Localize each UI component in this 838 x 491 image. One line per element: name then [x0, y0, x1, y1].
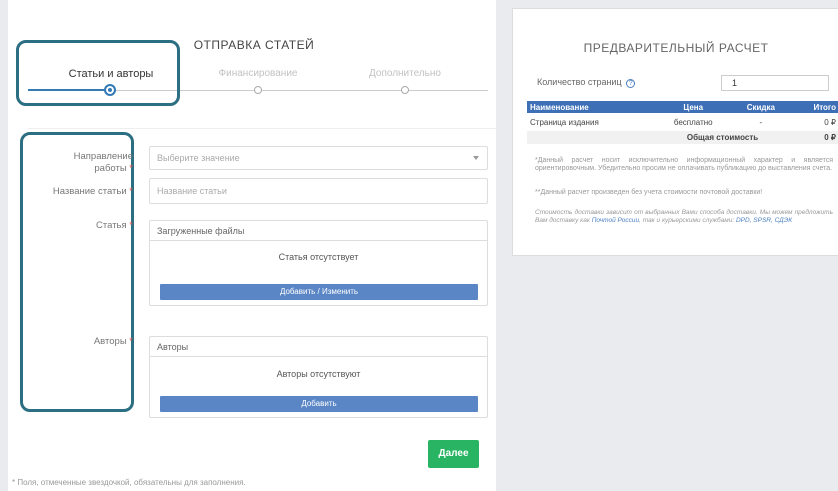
authors-header: Авторы [150, 337, 487, 357]
price-table: Наименование Цена Скидка Итого Страница … [527, 101, 838, 144]
help-icon[interactable]: ? [626, 79, 636, 88]
article-title-input[interactable]: Название статьи [149, 178, 488, 204]
step-financing[interactable]: Финансирование [203, 68, 313, 79]
step-dot-financing [254, 86, 262, 94]
table-row: Страница издания бесплатно - 0 ₽ [530, 117, 836, 127]
estimate-panel: ПРЕДВАРИТЕЛЬНЫЙ РАСЧЕТ Количество страни… [512, 8, 838, 256]
estimate-note-1: *Данный расчет носит исключительно инфор… [535, 157, 833, 172]
divider [28, 128, 498, 129]
add-author-button[interactable]: Добавить [160, 396, 478, 412]
estimate-note-2: **Данный расчет произведен без учета сто… [535, 189, 763, 196]
step-dot-additional [401, 86, 409, 94]
pages-count-input[interactable]: 1 [721, 75, 829, 91]
estimate-title: ПРЕДВАРИТЕЛЬНЫЙ РАСЧЕТ [583, 41, 769, 55]
article-label: Статья * [96, 220, 133, 231]
article-files-box: Загруженные файлы Статья отсутствует Доб… [149, 220, 488, 306]
direction-label: Направление работы * [73, 151, 133, 174]
required-footnote: * Поля, отмеченные звездочкой, обязатель… [12, 478, 246, 487]
direction-select[interactable]: Выберите значение [149, 146, 488, 170]
authors-box: Авторы Авторы отсутствуют Добавить [149, 336, 488, 418]
authors-label: Авторы * [93, 336, 133, 347]
title-label: Название статьи * [52, 186, 133, 197]
chevron-down-icon [473, 156, 479, 160]
article-files-header: Загруженные файлы [150, 221, 487, 241]
price-table-header: Наименование Цена Скидка Итого [527, 101, 838, 113]
authors-empty-text: Авторы отсутствуют [276, 369, 361, 379]
next-button[interactable]: Далее [428, 440, 479, 468]
article-form-panel: ОТПРАВКА СТАТЕЙ Статьи и авторы Финансир… [8, 0, 498, 491]
step-highlight-box [16, 40, 180, 106]
russian-post-link[interactable]: Почтой России [592, 217, 639, 224]
total-row: Общая стоимость 0 ₽ [527, 131, 838, 144]
add-change-article-button[interactable]: Добавить / Изменить [160, 284, 478, 300]
article-empty-text: Статья отсутствует [278, 252, 359, 262]
pages-label: Количество страниц ? [537, 77, 636, 88]
step-additional[interactable]: Дополнительно [350, 68, 460, 79]
courier-services-link[interactable]: DPD, SPSR, СДЭК [736, 217, 792, 224]
delivery-note: Стоимость доставки зависит от выбранных … [535, 209, 833, 224]
